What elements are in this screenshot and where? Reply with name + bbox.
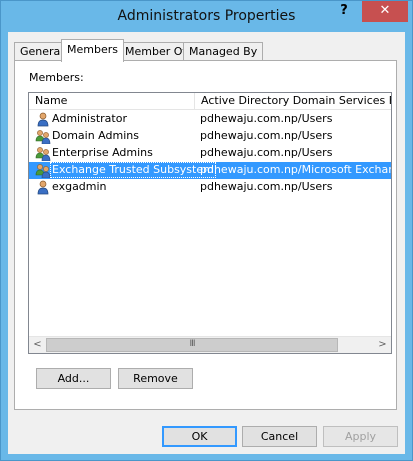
close-button[interactable]: ✕ (362, 1, 408, 22)
scroll-right-arrow-icon[interactable]: > (374, 337, 391, 353)
horizontal-scrollbar[interactable]: < III > (29, 336, 391, 353)
user-icon (37, 112, 49, 127)
members-tab-panel: Members: Name Active Directory Domain Se… (14, 60, 397, 410)
scroll-left-arrow-icon[interactable]: < (29, 337, 46, 353)
member-name: exgadmin (52, 180, 107, 193)
member-folder: pdhewaju.com.np/Users (200, 129, 333, 142)
list-item[interactable]: exgadmin pdhewaju.com.np/Users (29, 179, 391, 196)
column-header-folder[interactable]: Active Directory Domain Services Folder (195, 93, 391, 110)
ok-button[interactable]: OK (162, 426, 237, 447)
list-item-selected[interactable]: Exchange Trusted Subsystem pdhewaju.com.… (29, 162, 391, 179)
tab-managed-by[interactable]: Managed By (183, 42, 264, 61)
list-item[interactable]: Enterprise Admins pdhewaju.com.np/Users (29, 145, 391, 162)
member-name: Exchange Trusted Subsystem (50, 162, 216, 178)
tab-members[interactable]: Members (61, 39, 124, 62)
apply-button[interactable]: Apply (323, 426, 398, 447)
column-header-name[interactable]: Name (29, 93, 195, 110)
scrollbar-thumb[interactable]: III (46, 338, 338, 352)
cancel-button[interactable]: Cancel (242, 426, 317, 447)
add-button[interactable]: Add... (36, 368, 111, 389)
help-button[interactable]: ? (327, 1, 361, 22)
dialog-client-area: General Members Member Of Managed By Mem… (8, 32, 405, 454)
members-list[interactable]: Name Active Directory Domain Services Fo… (28, 92, 392, 354)
title-bar[interactable]: Administrators Properties ? ✕ (1, 1, 412, 32)
user-icon (37, 180, 49, 195)
member-name: Administrator (52, 112, 127, 125)
list-item[interactable]: Administrator pdhewaju.com.np/Users (29, 111, 391, 128)
list-header: Name Active Directory Domain Services Fo… (29, 93, 391, 110)
member-folder: pdhewaju.com.np/Users (200, 180, 333, 193)
group-icon (35, 147, 51, 161)
member-folder: pdhewaju.com.np/Users (200, 146, 333, 159)
group-icon (35, 164, 51, 178)
member-folder: pdhewaju.com.np/Microsoft Exchange (200, 163, 392, 176)
list-item[interactable]: Domain Admins pdhewaju.com.np/Users (29, 128, 391, 145)
remove-button[interactable]: Remove (118, 368, 193, 389)
members-label: Members: (29, 71, 84, 84)
group-icon (35, 130, 51, 144)
tab-member-of[interactable]: Member Of (119, 42, 193, 61)
properties-window: Administrators Properties ? ✕ General Me… (0, 0, 413, 461)
member-folder: pdhewaju.com.np/Users (200, 112, 333, 125)
member-name: Domain Admins (52, 129, 139, 142)
member-name: Enterprise Admins (52, 146, 153, 159)
